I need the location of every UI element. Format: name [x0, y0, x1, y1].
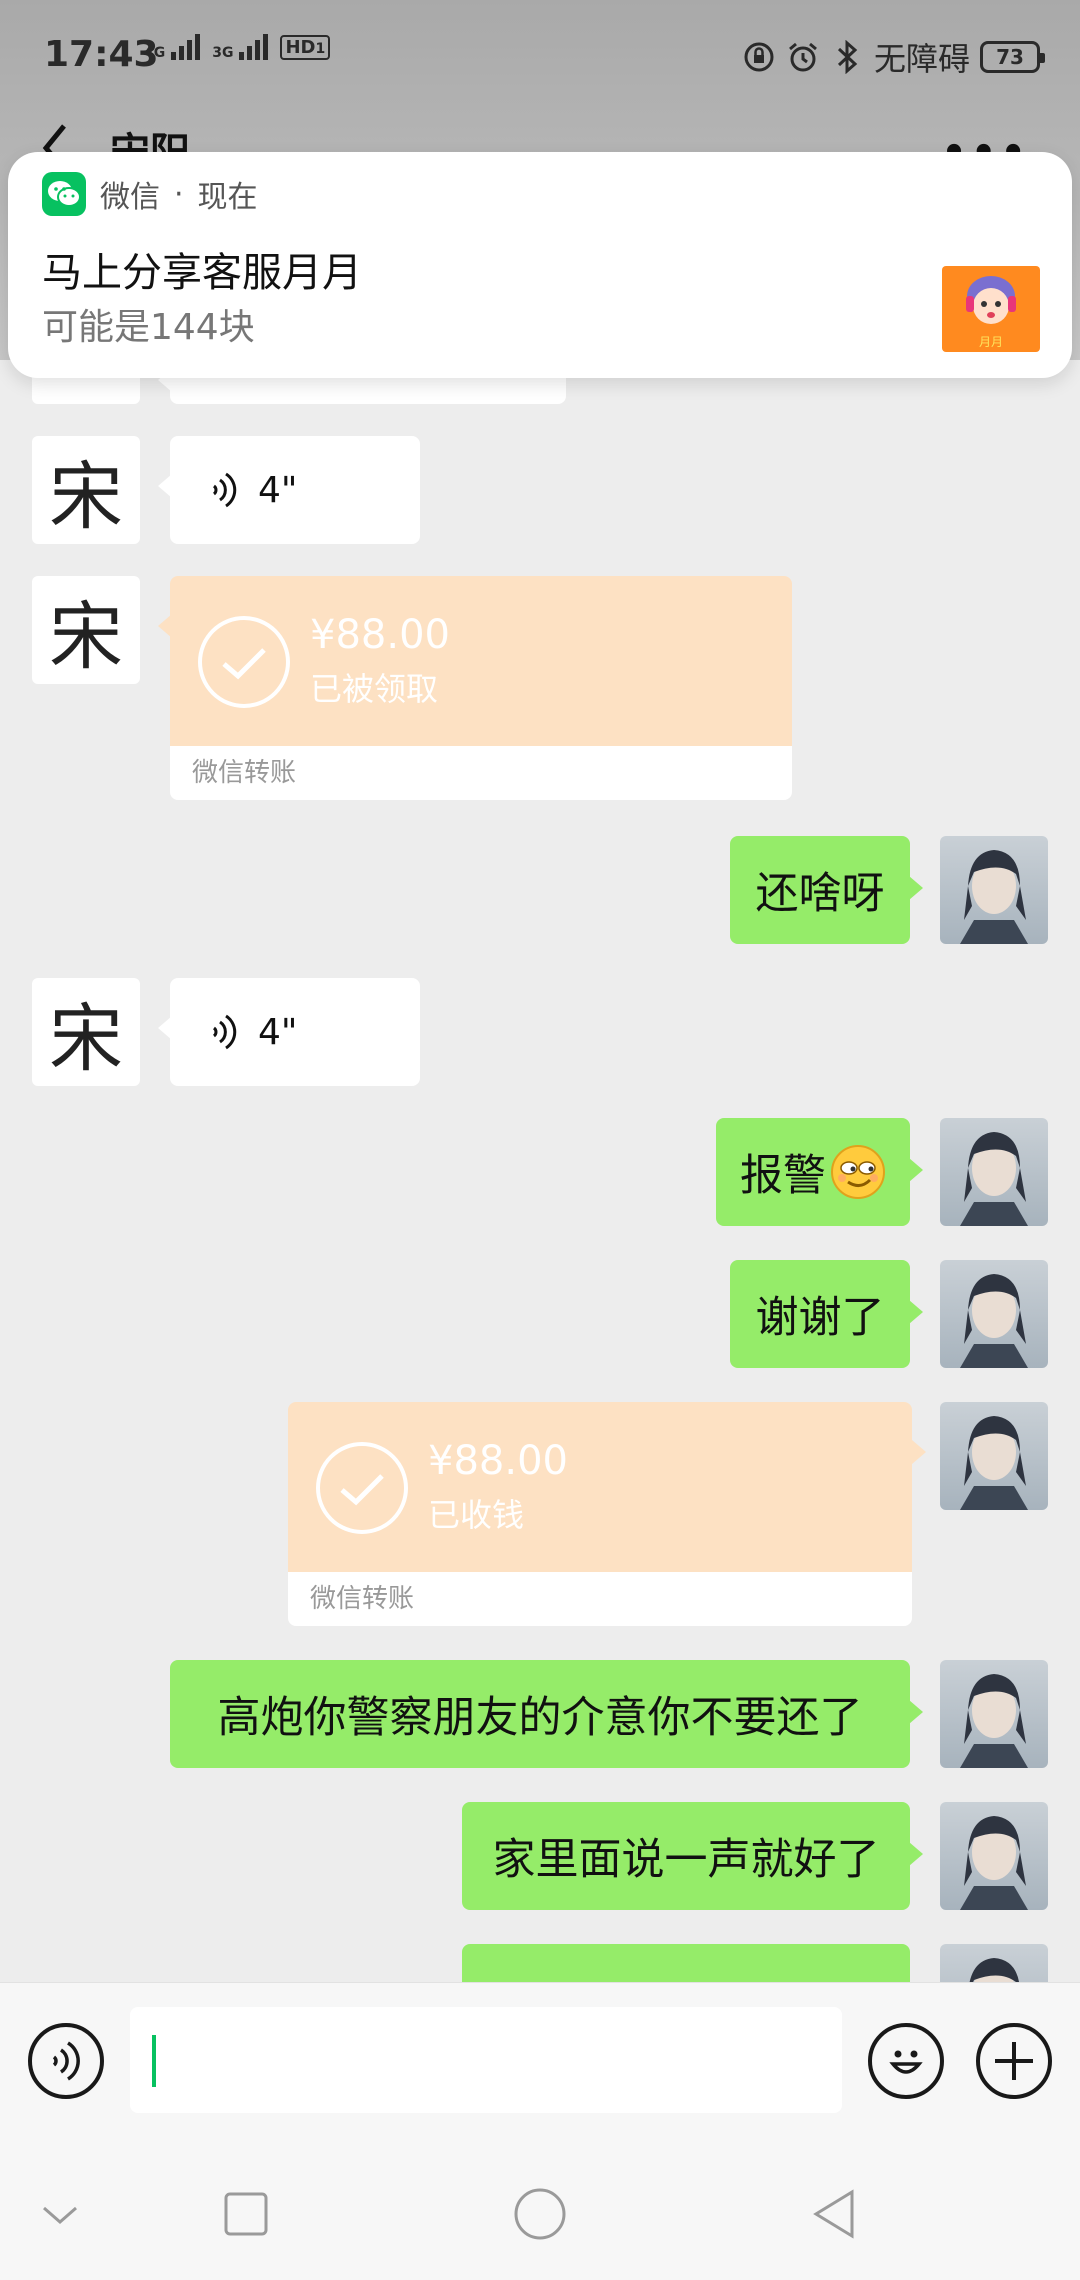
notification-time: 现在 [197, 180, 258, 215]
status-right: 无障碍 73 [742, 34, 1045, 80]
signal-icon [239, 32, 269, 60]
notification-banner[interactable]: 微信 · 现在 马上分享客服月月 可能是144块 月月 [8, 152, 1072, 378]
system-nav-bar [0, 2140, 1080, 2280]
hd-label: HD [285, 37, 316, 58]
contact-avatar-char: 宋 [49, 995, 123, 1082]
wechat-icon [42, 172, 86, 216]
my-avatar[interactable] [940, 1118, 1048, 1226]
transfer-status: 已被领取 [310, 670, 439, 708]
check-icon [316, 1442, 408, 1534]
lock-rotation-icon [742, 40, 776, 74]
message-text: 家里面说一声就好了 [492, 1835, 880, 1885]
voice-duration: 4" [258, 469, 298, 511]
notification-app-name: 微信 [100, 180, 160, 215]
transfer-card-body: ¥88.00 已被领取 [170, 576, 792, 746]
contact-avatar[interactable]: 宋 [32, 576, 140, 684]
my-avatar[interactable] [940, 836, 1048, 944]
voice-duration: 4" [258, 1011, 298, 1053]
hide-keyboard-icon[interactable] [32, 2186, 88, 2242]
alarm-icon [786, 40, 820, 74]
contact-avatar[interactable]: 宋 [32, 978, 140, 1086]
text-cursor [152, 2035, 156, 2087]
transfer-card-body: ¥88.00 已收钱 [288, 1402, 912, 1572]
message-bubble-out[interactable]: 高炮你警察朋友的介意你不要还了 [170, 1660, 923, 1768]
input-bar [0, 1982, 1080, 2140]
transfer-status: 已收钱 [428, 1496, 525, 1534]
transfer-card[interactable]: ¥88.00 已收钱 微信转账 [288, 1402, 912, 1626]
plus-icon [995, 2042, 1033, 2080]
bluetooth-icon [830, 40, 864, 74]
my-avatar[interactable] [940, 1660, 1048, 1768]
smirk-emoji-icon [831, 1145, 885, 1199]
notification-separator: · [174, 176, 184, 212]
transfer-card[interactable]: ¥88.00 已被领取 微信转账 [158, 576, 792, 800]
contact-avatar-char: 宋 [49, 453, 123, 540]
thumbnail-label: 月月 [979, 335, 1003, 349]
home-icon[interactable] [512, 2186, 568, 2242]
message-bubble-out[interactable]: 谢谢了 [730, 1260, 923, 1368]
emoji-button[interactable] [868, 2023, 944, 2099]
message-text: 还啥呀 [755, 869, 885, 919]
notification-app: 微信 · 现在 [42, 172, 258, 216]
back-nav-icon[interactable] [806, 2186, 862, 2242]
plus-button[interactable] [976, 2023, 1052, 2099]
accessibility-label: 无障碍 [873, 40, 970, 78]
transfer-amount: ¥88.00 [310, 612, 450, 658]
voice-message[interactable]: 4" [158, 436, 420, 544]
voice-input-button[interactable] [28, 2023, 104, 2099]
message-bubble-out[interactable]: 报警 [716, 1118, 923, 1226]
contact-avatar-char: 宋 [49, 593, 123, 680]
message-text: 高炮你警察朋友的介意你不要还了 [217, 1693, 863, 1743]
my-avatar[interactable] [940, 1402, 1048, 1510]
voice-icon [52, 2041, 80, 2081]
transfer-amount: ¥88.00 [428, 1438, 568, 1484]
voice-icon [212, 1014, 237, 1050]
battery-icon: 73 [980, 41, 1045, 73]
voice-icon [212, 472, 237, 508]
battery-level: 73 [996, 45, 1024, 69]
transfer-footer: 微信转账 [288, 1572, 912, 1626]
network-4g-label: 4G [144, 45, 166, 61]
transfer-tail [912, 1440, 926, 1464]
notification-thumbnail: 月月 [942, 266, 1040, 352]
message-text: 谢谢了 [755, 1293, 885, 1343]
emoji-icon [889, 2050, 923, 2074]
hd-badge: HD1 [280, 35, 331, 60]
status-time: 17:43 [44, 34, 159, 75]
voice-message[interactable]: 4" [158, 978, 420, 1086]
check-icon [198, 616, 290, 708]
network-3g-label: 3G [212, 45, 234, 61]
signal-icon [171, 32, 201, 60]
my-avatar[interactable] [940, 1260, 1048, 1368]
my-avatar[interactable] [940, 1802, 1048, 1910]
message-bubble-out[interactable]: 还啥呀 [730, 836, 923, 944]
network-indicators: 4G 3G HD1 [144, 32, 331, 61]
message-text: 报警 [740, 1151, 826, 1201]
message-input[interactable] [130, 2007, 842, 2113]
transfer-footer: 微信转账 [170, 746, 792, 800]
status-bar: 17:43 4G 3G HD1 无障碍 73 [0, 0, 1080, 110]
notification-body: 可能是144块 [42, 307, 255, 348]
notification-title: 马上分享客服月月 [42, 250, 362, 296]
hd-sub-label: 1 [315, 41, 326, 57]
contact-avatar[interactable]: 宋 [32, 436, 140, 544]
recent-apps-icon[interactable] [218, 2186, 274, 2242]
message-bubble-out[interactable]: 家里面说一声就好了 [462, 1802, 923, 1910]
